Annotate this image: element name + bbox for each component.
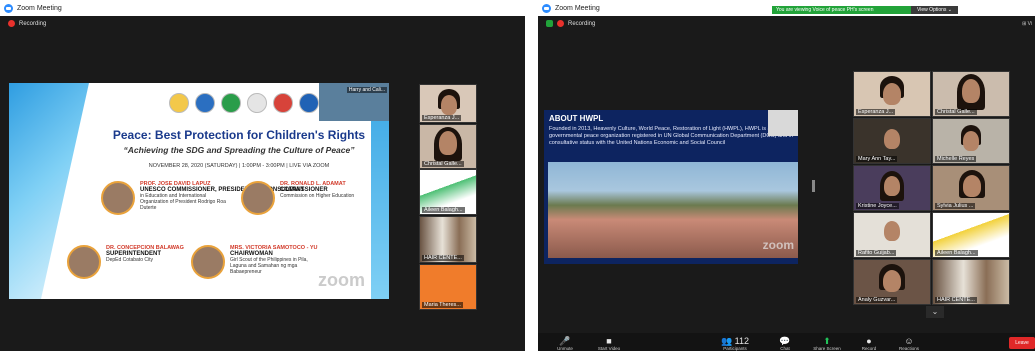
speaker-photo xyxy=(67,245,101,279)
slide-title: ABOUT HWPL xyxy=(549,114,604,123)
presenter-name: Harry and Cali... xyxy=(346,87,387,93)
presenter-video xyxy=(768,110,798,136)
participant-video[interactable]: Kristine Joyce... xyxy=(853,165,931,211)
logo-icon xyxy=(195,93,215,113)
participant-name: Michelle Reyes xyxy=(935,156,977,162)
participants-button[interactable]: 👥 112 Participants xyxy=(718,336,752,351)
viewing-screen-label: You are viewing Voice of peace PH's scre… xyxy=(772,6,912,14)
logo-icon xyxy=(247,93,267,113)
participant-name: Sylvia Julius ... xyxy=(935,203,976,209)
view-button[interactable]: ⊞ Vi xyxy=(1022,21,1032,27)
participant-name: HAIR CENTE... xyxy=(422,255,464,261)
zoom-watermark: zoom xyxy=(762,238,794,252)
speaker-desc: DepEd Cotabato City xyxy=(106,257,153,263)
participant-video[interactable]: HAIR CENTE... xyxy=(419,216,477,263)
shared-screen: ABOUT HWPL Founded in 2013, Heavenly Cul… xyxy=(544,110,798,264)
record-button[interactable]: ● Record xyxy=(852,336,886,351)
participant-video[interactable]: Aileen Balagh... xyxy=(932,212,1010,258)
participant-video[interactable]: Esperanza J... xyxy=(419,84,477,123)
logo-icon xyxy=(273,93,293,113)
zoom-window-left: Zoom Meeting Recording Harry and Cali...… xyxy=(0,0,525,351)
microphone-icon: 🎤 xyxy=(559,336,571,346)
logo-icon xyxy=(169,93,189,113)
participant-name: Christal Galle... xyxy=(422,161,464,167)
participant-name: Aileen Balagh... xyxy=(935,250,978,256)
participant-name: Aileen Balagh... xyxy=(422,207,465,213)
record-dot-icon xyxy=(557,20,564,27)
participant-name: Analy Guzvar... xyxy=(856,297,898,303)
participant-video[interactable]: Esperanza J... xyxy=(853,71,931,117)
unmute-button[interactable]: 🎤 Unmute xyxy=(548,336,582,351)
title-bar: Zoom Meeting xyxy=(0,0,525,16)
speaker-photo xyxy=(101,181,135,215)
participant-video[interactable]: Sylvia Julius ... xyxy=(932,165,1010,211)
share-screen-icon: ⬆ xyxy=(823,336,831,346)
record-dot-icon xyxy=(8,20,15,27)
window-title: Zoom Meeting xyxy=(555,4,600,12)
view-options-button[interactable]: View Options ⌄ xyxy=(911,6,958,14)
reactions-button[interactable]: ☺ Reactions xyxy=(892,336,926,351)
participant-video[interactable]: Aileen Balagh... xyxy=(419,169,477,215)
slide-subtitle: “Achieving the SDG and Spreading the Cul… xyxy=(123,145,355,155)
screen-share-banner: You are viewing Voice of peace PH's scre… xyxy=(772,6,958,14)
participant-name: Mary Ann Tay... xyxy=(856,156,898,162)
video-camera-icon: ■ xyxy=(606,336,612,346)
reactions-icon: ☺ xyxy=(904,336,914,346)
participant-name: Maria Theres... xyxy=(422,302,463,308)
share-screen-button[interactable]: ⬆ Share Screen xyxy=(810,336,844,351)
zoom-watermark: zoom xyxy=(318,270,365,290)
zoom-logo-icon xyxy=(4,3,13,13)
participant-video[interactable]: Mary Ann Tay... xyxy=(853,118,931,164)
presenter-video: Harry and Cali... xyxy=(319,83,389,121)
participant-name: Kristine Joyce... xyxy=(856,203,899,209)
speaker-desc: Commission on Higher Education xyxy=(280,193,355,199)
window-title: Zoom Meeting xyxy=(17,4,62,12)
logo-icon xyxy=(221,93,241,113)
chat-icon: 💬 xyxy=(779,336,791,346)
meeting-toolbar: 🎤 Unmute ■ Start Video 👥 112 Participant… xyxy=(538,333,1035,351)
participant-video[interactable]: HAIR CENTE... xyxy=(932,259,1010,305)
participants-icon: 👥 112 xyxy=(720,336,750,346)
leave-button[interactable]: Leave xyxy=(1009,337,1035,349)
resize-handle[interactable] xyxy=(812,180,815,192)
speaker-card: DR. RONALD L. ADAMAT COMMISSIONER Commis… xyxy=(241,181,375,215)
participant-video[interactable]: Christal Galle... xyxy=(932,71,1010,117)
participant-name: Esperanza J... xyxy=(422,115,462,121)
speaker-desc: in Education and International Organizat… xyxy=(140,193,226,211)
partner-logos xyxy=(169,93,319,113)
crowd-photo xyxy=(548,162,798,258)
speaker-desc: Girl Scout of the Philippines in Pila, L… xyxy=(230,257,308,275)
slide-date: NOVEMBER 28, 2020 (SATURDAY) | 1:00PM - … xyxy=(148,163,330,169)
hwpl-slide: ABOUT HWPL Founded in 2013, Heavenly Cul… xyxy=(544,110,798,264)
recording-label: Recording xyxy=(19,20,47,27)
slide-body: Founded in 2013, Heavenly Culture, World… xyxy=(549,126,793,146)
speaker-photo xyxy=(241,181,275,215)
participant-name: Esperanza J... xyxy=(856,109,896,115)
speaker-card: DR. CONCEPCION BALAWAG SUPERINTENDENT De… xyxy=(67,245,201,279)
participant-video[interactable]: Christal Galle... xyxy=(419,124,477,169)
recording-indicator[interactable]: Recording xyxy=(8,20,46,27)
participant-tile[interactable]: Maria Theres... xyxy=(419,264,477,310)
participant-name: HAIR CENTE... xyxy=(935,297,977,303)
participant-name: Rafito Guijab... xyxy=(856,250,897,256)
recording-label: Recording xyxy=(568,20,596,27)
slide-title: Peace: Best Protection for Children's Ri… xyxy=(112,128,366,142)
shared-slide: Harry and Cali... Peace: Best Protection… xyxy=(9,83,389,299)
recording-indicator[interactable]: Recording xyxy=(546,20,595,27)
participant-video[interactable]: Analy Guzvar... xyxy=(853,259,931,305)
participant-name: Christal Galle... xyxy=(935,109,977,115)
record-icon: ● xyxy=(866,336,872,346)
chevron-down-icon[interactable]: ⌄ xyxy=(926,306,944,318)
speaker-card: MRS. VICTORIA SAMOTOCO - YU CHAIRWOMAN G… xyxy=(191,245,325,279)
start-video-button[interactable]: ■ Start Video xyxy=(592,336,626,351)
participant-video[interactable]: Rafito Guijab... xyxy=(853,212,931,258)
shield-icon[interactable] xyxy=(546,20,553,27)
chat-button[interactable]: 💬 Chat xyxy=(768,336,802,351)
zoom-logo-icon xyxy=(542,3,551,13)
speaker-photo xyxy=(191,245,225,279)
logo-icon xyxy=(299,93,319,113)
participant-video[interactable]: Michelle Reyes xyxy=(932,118,1010,164)
